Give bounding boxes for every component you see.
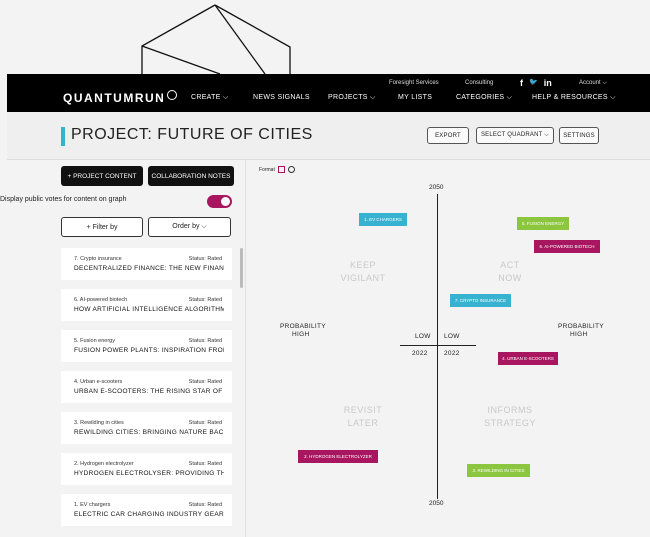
content-card[interactable]: 2. Hydrogen electrolyzer Status: Rated H…	[61, 453, 232, 485]
format-selector: Format	[259, 166, 295, 173]
card-category: 2. Hydrogen electrolyzer	[74, 461, 134, 467]
quadrant-revisit-later: REVISIT LATER	[328, 404, 398, 430]
title-accent-bar	[61, 127, 65, 146]
social-links: f 🐦 in	[520, 78, 552, 88]
card-status: Status: Rated	[188, 256, 222, 262]
quadrant-graph: Format 2050 2050 PROBABILITY HIGH PROBAB…	[245, 160, 650, 537]
quadrant-label-line: NOW	[498, 273, 522, 283]
cube-line-graphic	[141, 4, 291, 74]
content-card[interactable]: 4. Urban e-scooters Status: Rated URBAN …	[61, 371, 232, 403]
order-by-button[interactable]: Order by ⌵	[148, 217, 231, 237]
square-format-icon[interactable]	[277, 166, 285, 173]
card-status: Status: Rated	[188, 502, 222, 508]
card-status: Status: Rated	[188, 420, 222, 426]
year-label-right: 2022	[444, 350, 460, 357]
card-category: 5. Fusion energy	[74, 338, 115, 344]
page-title: PROJECT: FUTURE OF CITIES	[71, 126, 313, 143]
filter-by-button[interactable]: + Filter by	[61, 217, 143, 237]
quadrant-label-line: VIGILANT	[340, 273, 386, 283]
select-quadrant-button[interactable]: SELECT QUADRANT ⌵	[476, 127, 554, 144]
content-card[interactable]: 7. Crypto insurance Status: Rated DECENT…	[61, 248, 232, 280]
card-title: REWILDING CITIES: BRINGING NATURE BACK I…	[74, 429, 224, 436]
nav-create[interactable]: CREATE ⌵	[191, 94, 229, 102]
quantumrun-logo[interactable]: QUANTUMRUN	[63, 90, 178, 105]
account-menu[interactable]: Account ⌵	[579, 80, 607, 87]
chip-fusion-energy[interactable]: 5. FUSION ENERGY	[517, 217, 569, 230]
card-category: 4. Urban e-scooters	[74, 379, 123, 385]
hero-background	[0, 0, 650, 74]
vertical-axis	[437, 194, 438, 499]
settings-button[interactable]: SETTINGS	[559, 127, 599, 144]
year-label-top: 2050	[429, 184, 444, 191]
card-status: Status: Rated	[188, 338, 222, 344]
facebook-icon[interactable]: f	[520, 78, 523, 88]
card-category: 7. Crypto insurance	[74, 256, 122, 262]
nav-news-signals[interactable]: NEWS SIGNALS	[253, 94, 310, 101]
consulting-link[interactable]: Consulting	[465, 80, 493, 86]
logo-text: QUANTUMRUN	[63, 91, 166, 105]
probability-left-label: PROBABILITY	[280, 323, 326, 330]
content-card[interactable]: 3. Rewilding in cities Status: Rated REW…	[61, 412, 232, 444]
quadrant-act-now: ACT NOW	[475, 259, 545, 285]
content-card[interactable]: 5. Fusion energy Status: Rated FUSION PO…	[61, 330, 232, 362]
foresight-services-link[interactable]: Foresight Services	[389, 80, 439, 86]
card-title: URBAN E-SCOOTERS: THE RISING STAR OF URB…	[74, 388, 224, 395]
quadrant-keep-vigilant: KEEP VIGILANT	[328, 259, 398, 285]
card-title: ELECTRIC CAR CHARGING INDUSTRY GEARS UP.…	[74, 511, 224, 518]
quadrant-label-line: STRATEGY	[484, 418, 536, 428]
low-right-label: LOW	[444, 333, 460, 340]
chip-ev-chargers[interactable]: 1. EV CHARGERS	[359, 213, 407, 226]
nav-categories[interactable]: CATEGORIES ⌵	[456, 94, 512, 102]
probability-right-label: PROBABILITY	[558, 323, 604, 330]
probability-left-sublabel: HIGH	[292, 331, 310, 338]
card-title: FUSION POWER PLANTS: INSPIRATION FROM TH…	[74, 347, 224, 354]
horizontal-axis	[400, 345, 476, 346]
export-button[interactable]: EXPORT	[427, 127, 469, 144]
top-navigation-bar: QUANTUMRUN Foresight Services Consulting…	[7, 74, 650, 112]
card-category: 3. Rewilding in cities	[74, 420, 124, 426]
card-title: HYDROGEN ELECTROLYSER: PROVIDING THE FUE…	[74, 470, 224, 477]
public-votes-label: Display public votes for content on grap…	[0, 196, 127, 203]
linkedin-icon[interactable]: in	[544, 78, 552, 88]
chip-hydrogen-electrolyzer[interactable]: 2. HYDROGEN ELECTROLYZER	[298, 450, 378, 463]
content-card[interactable]: 6. AI-powered biotech Status: Rated HOW …	[61, 289, 232, 321]
card-status: Status: Rated	[188, 379, 222, 385]
quadrant-label-line: LATER	[347, 418, 379, 428]
card-title: DECENTRALIZED FINANCE: THE NEW FINANCE..…	[74, 265, 224, 272]
project-title-bar: PROJECT: FUTURE OF CITIES EXPORT SELECT …	[7, 112, 650, 160]
logo-icon	[167, 90, 178, 100]
circle-format-icon[interactable]	[287, 166, 295, 173]
format-label: Format	[259, 166, 275, 173]
card-category: 6. AI-powered biotech	[74, 297, 128, 303]
probability-right-sublabel: HIGH	[570, 331, 588, 338]
chip-ai-powered-biotech[interactable]: 6. AI-POWERED BIOTECH	[534, 240, 600, 253]
year-label-left: 2022	[412, 350, 428, 357]
quadrant-label-line: INFORMS	[487, 405, 533, 415]
nav-projects[interactable]: PROJECTS ⌵	[328, 94, 376, 102]
project-content-button[interactable]: + PROJECT CONTENT	[61, 166, 143, 186]
card-title: HOW ARTIFICIAL INTELLIGENCE ALGORITHMS..…	[74, 306, 224, 313]
content-sidebar: + PROJECT CONTENT COLLABORATION NOTES Di…	[0, 160, 245, 537]
quadrant-label-line: REVISIT	[343, 405, 383, 415]
card-category: 1. EV chargers	[74, 502, 111, 508]
quadrant-label-line: KEEP	[349, 260, 376, 270]
public-votes-toggle[interactable]	[207, 195, 232, 208]
nav-help-resources[interactable]: HELP & RESOURCES ⌵	[532, 94, 616, 102]
card-status: Status: Rated	[188, 461, 222, 467]
chip-urban-e-scooters[interactable]: 4. URBAN E-SCOOTERS	[498, 352, 558, 365]
collaboration-notes-button[interactable]: COLLABORATION NOTES	[148, 166, 234, 186]
quadrant-label-line: ACT	[500, 260, 520, 270]
chip-rewilding-in-cities[interactable]: 3. REWILDING IN CITIES	[467, 464, 530, 477]
card-status: Status: Rated	[188, 297, 222, 303]
content-card[interactable]: 1. EV chargers Status: Rated ELECTRIC CA…	[61, 494, 232, 526]
chip-crypto-insurance[interactable]: 7. CRYPTO INSURANCE	[450, 294, 511, 307]
year-label-bottom: 2050	[429, 500, 444, 507]
nav-my-lists[interactable]: MY LISTS	[398, 94, 432, 101]
low-left-label: LOW	[415, 333, 431, 340]
twitter-icon[interactable]: 🐦	[529, 78, 538, 88]
quadrant-informs-strategy: INFORMS STRATEGY	[475, 404, 545, 430]
sidebar-scrollbar[interactable]	[240, 248, 243, 288]
